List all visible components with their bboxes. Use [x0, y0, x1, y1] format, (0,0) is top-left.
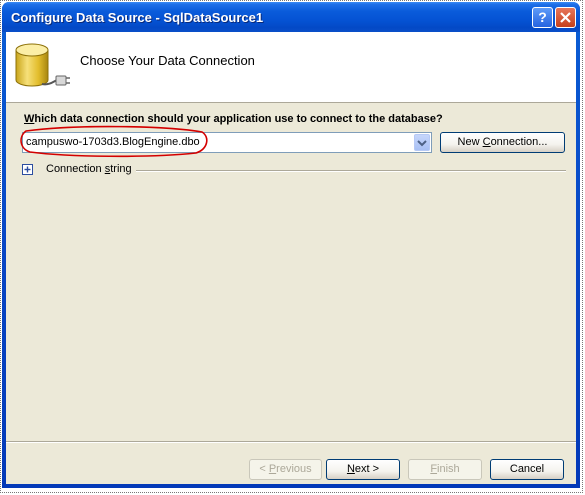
dialog-body: Choose Your Data Connection Which data c…	[6, 32, 576, 484]
chevron-down-icon	[417, 140, 427, 147]
close-icon	[560, 12, 571, 23]
question-text: hich data connection should your applica…	[34, 113, 443, 125]
database-plug-icon	[15, 43, 70, 87]
connection-string-label[interactable]: Connection string	[46, 163, 132, 175]
data-connection-dropdown[interactable]: campuswo-1703d3.BlogEngine.dbo	[22, 132, 432, 153]
previous-label-pre: <	[259, 463, 269, 475]
help-icon: ?	[538, 9, 547, 25]
question-accesskey: W	[24, 113, 35, 125]
new-connection-accesskey: C	[482, 136, 491, 148]
window-title: Configure Data Source - SqlDataSource1	[11, 10, 264, 25]
connection-string-post: tring	[110, 163, 132, 175]
connection-question-label: Which data connection should your applic…	[24, 113, 443, 125]
dropdown-arrow-button[interactable]	[414, 134, 430, 151]
new-connection-label-pre: New	[457, 136, 483, 148]
expand-connection-string-toggle[interactable]	[22, 164, 33, 175]
plus-icon	[24, 166, 31, 173]
cancel-button[interactable]: Cancel	[490, 459, 564, 480]
selected-connection: campuswo-1703d3.BlogEngine.dbo	[26, 136, 200, 148]
connection-string-pre: Connection	[46, 163, 105, 175]
header-title: Choose Your Data Connection	[80, 53, 255, 68]
previous-button[interactable]: < Previous	[249, 459, 322, 480]
title-bar[interactable]: Configure Data Source - SqlDataSource1 ?	[2, 2, 580, 32]
close-button[interactable]	[555, 7, 576, 28]
new-connection-button[interactable]: New Connection...	[440, 132, 565, 153]
dialog-window: Configure Data Source - SqlDataSource1 ?	[2, 2, 580, 488]
next-label-post: ext >	[354, 463, 380, 475]
wizard-header: Choose Your Data Connection	[6, 32, 576, 103]
connection-string-divider	[136, 170, 566, 172]
next-accesskey: N	[346, 463, 355, 475]
help-button[interactable]: ?	[532, 7, 553, 28]
new-connection-label-post: onnection...	[490, 136, 548, 148]
next-button[interactable]: Next >	[326, 459, 400, 480]
footer-divider	[6, 441, 576, 443]
previous-label-post: revious	[276, 463, 312, 475]
finish-label-post: inish	[437, 463, 460, 475]
finish-button[interactable]: Finish	[408, 459, 482, 480]
